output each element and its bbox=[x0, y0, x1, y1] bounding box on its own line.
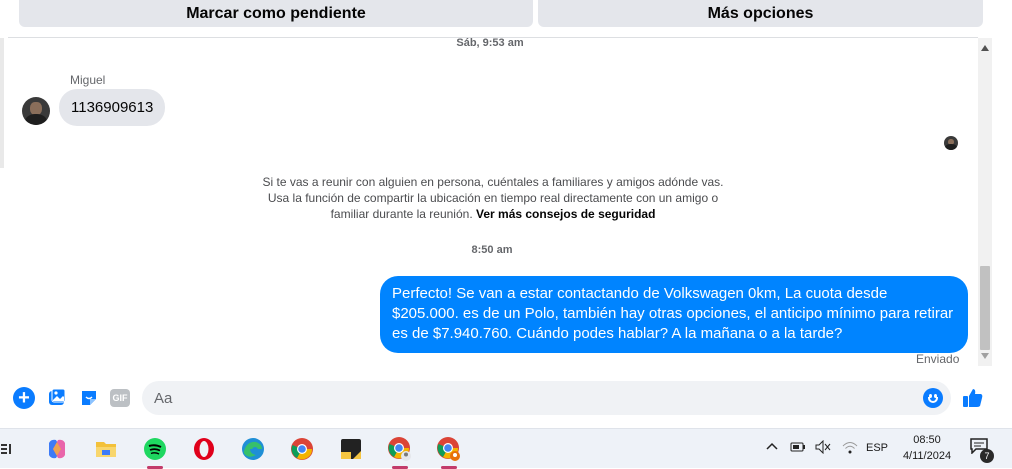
wifi-icon[interactable] bbox=[842, 440, 858, 457]
scroll-down-arrow-icon[interactable] bbox=[981, 353, 989, 359]
gif-icon[interactable]: GIF bbox=[110, 389, 130, 407]
file-explorer-icon[interactable] bbox=[92, 435, 120, 463]
sticky-notes-icon[interactable] bbox=[337, 435, 365, 463]
read-receipt-avatar bbox=[944, 136, 958, 150]
language-indicator[interactable]: ESP bbox=[866, 442, 888, 454]
more-options-button[interactable]: Más opciones bbox=[538, 0, 983, 27]
plus-icon[interactable]: + bbox=[13, 387, 35, 409]
mark-pending-button[interactable]: Marcar como pendiente bbox=[19, 0, 533, 27]
composer: + GIF Aa bbox=[0, 376, 1012, 420]
left-scroll-thumb[interactable] bbox=[0, 38, 4, 168]
chrome-profile-icon[interactable] bbox=[435, 435, 463, 469]
chat-scrollbar[interactable] bbox=[978, 38, 992, 366]
task-view-icon[interactable] bbox=[0, 435, 14, 463]
copilot-icon[interactable] bbox=[43, 435, 71, 463]
like-thumb-icon[interactable] bbox=[960, 385, 986, 411]
spotify-icon[interactable] bbox=[141, 435, 169, 469]
message-input[interactable]: Aa bbox=[142, 381, 951, 415]
scroll-thumb[interactable] bbox=[980, 266, 990, 350]
outgoing-message[interactable]: Perfecto! Se van a estar contactando de … bbox=[380, 276, 968, 353]
sticker-icon[interactable] bbox=[78, 387, 100, 409]
message-placeholder: Aa bbox=[154, 389, 173, 407]
chrome-profile-icon[interactable] bbox=[386, 435, 414, 469]
emoji-icon[interactable] bbox=[923, 388, 943, 408]
incoming-message[interactable]: 1136909613 bbox=[59, 89, 166, 126]
edge-icon[interactable] bbox=[239, 435, 267, 463]
windows-taskbar: ESP 08:50 4/11/2024 7 bbox=[0, 428, 1012, 469]
safety-tips-link[interactable]: Ver más consejos de seguridad bbox=[476, 207, 655, 221]
left-scroll-strip bbox=[0, 38, 8, 368]
clock-date: 4/11/2024 bbox=[902, 450, 952, 462]
timestamp-top: Sáb, 9:53 am bbox=[456, 37, 524, 49]
scroll-up-arrow-icon[interactable] bbox=[981, 45, 989, 51]
photo-icon[interactable] bbox=[46, 387, 68, 409]
message-status: Enviado bbox=[916, 352, 960, 366]
action-bar: Marcar como pendiente Más opciones bbox=[0, 0, 1012, 38]
battery-icon[interactable] bbox=[790, 441, 806, 456]
notification-badge: 7 bbox=[980, 449, 994, 463]
chrome-icon[interactable] bbox=[288, 435, 316, 463]
avatar[interactable] bbox=[22, 97, 50, 125]
clock-time: 08:50 bbox=[913, 434, 941, 446]
opera-icon[interactable] bbox=[190, 435, 218, 463]
sender-name: Miguel bbox=[70, 73, 106, 87]
chevron-up-icon[interactable] bbox=[766, 441, 778, 454]
timestamp-mid: 8:50 am bbox=[471, 244, 513, 256]
speaker-muted-icon[interactable] bbox=[815, 439, 831, 457]
taskbar-clock[interactable]: 08:50 4/11/2024 bbox=[896, 432, 958, 464]
messenger-chat-window: Marcar como pendiente Más opciones Sáb, … bbox=[0, 0, 1012, 428]
safety-notice: Si te vas a reunir con alguien en person… bbox=[262, 174, 724, 222]
